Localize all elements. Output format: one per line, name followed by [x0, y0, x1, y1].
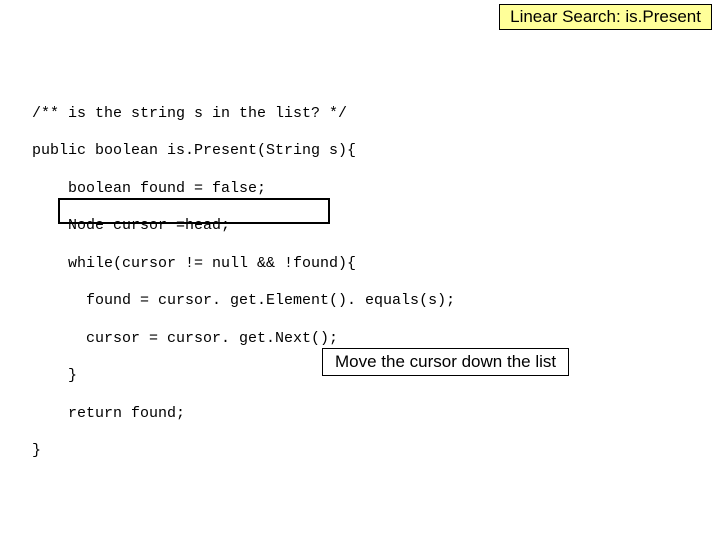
- code-line-1: public boolean is.Present(String s){: [32, 142, 455, 161]
- slide-title-box: Linear Search: is.Present: [499, 4, 712, 30]
- caption-text: Move the cursor down the list: [335, 352, 556, 371]
- slide-title-text: Linear Search: is.Present: [510, 7, 701, 26]
- code-line-6: cursor = cursor. get.Next();: [32, 330, 455, 349]
- code-line-4: while(cursor != null && !found){: [32, 255, 455, 274]
- code-line-9: }: [32, 442, 455, 461]
- code-line-3: Node cursor =head;: [32, 217, 455, 236]
- code-line-0: /** is the string s in the list? */: [32, 105, 455, 124]
- code-block: /** is the string s in the list? */ publ…: [32, 86, 455, 480]
- code-line-5: found = cursor. get.Element(). equals(s)…: [32, 292, 455, 311]
- code-line-2: boolean found = false;: [32, 180, 455, 199]
- code-line-8: return found;: [32, 405, 455, 424]
- caption-box: Move the cursor down the list: [322, 348, 569, 376]
